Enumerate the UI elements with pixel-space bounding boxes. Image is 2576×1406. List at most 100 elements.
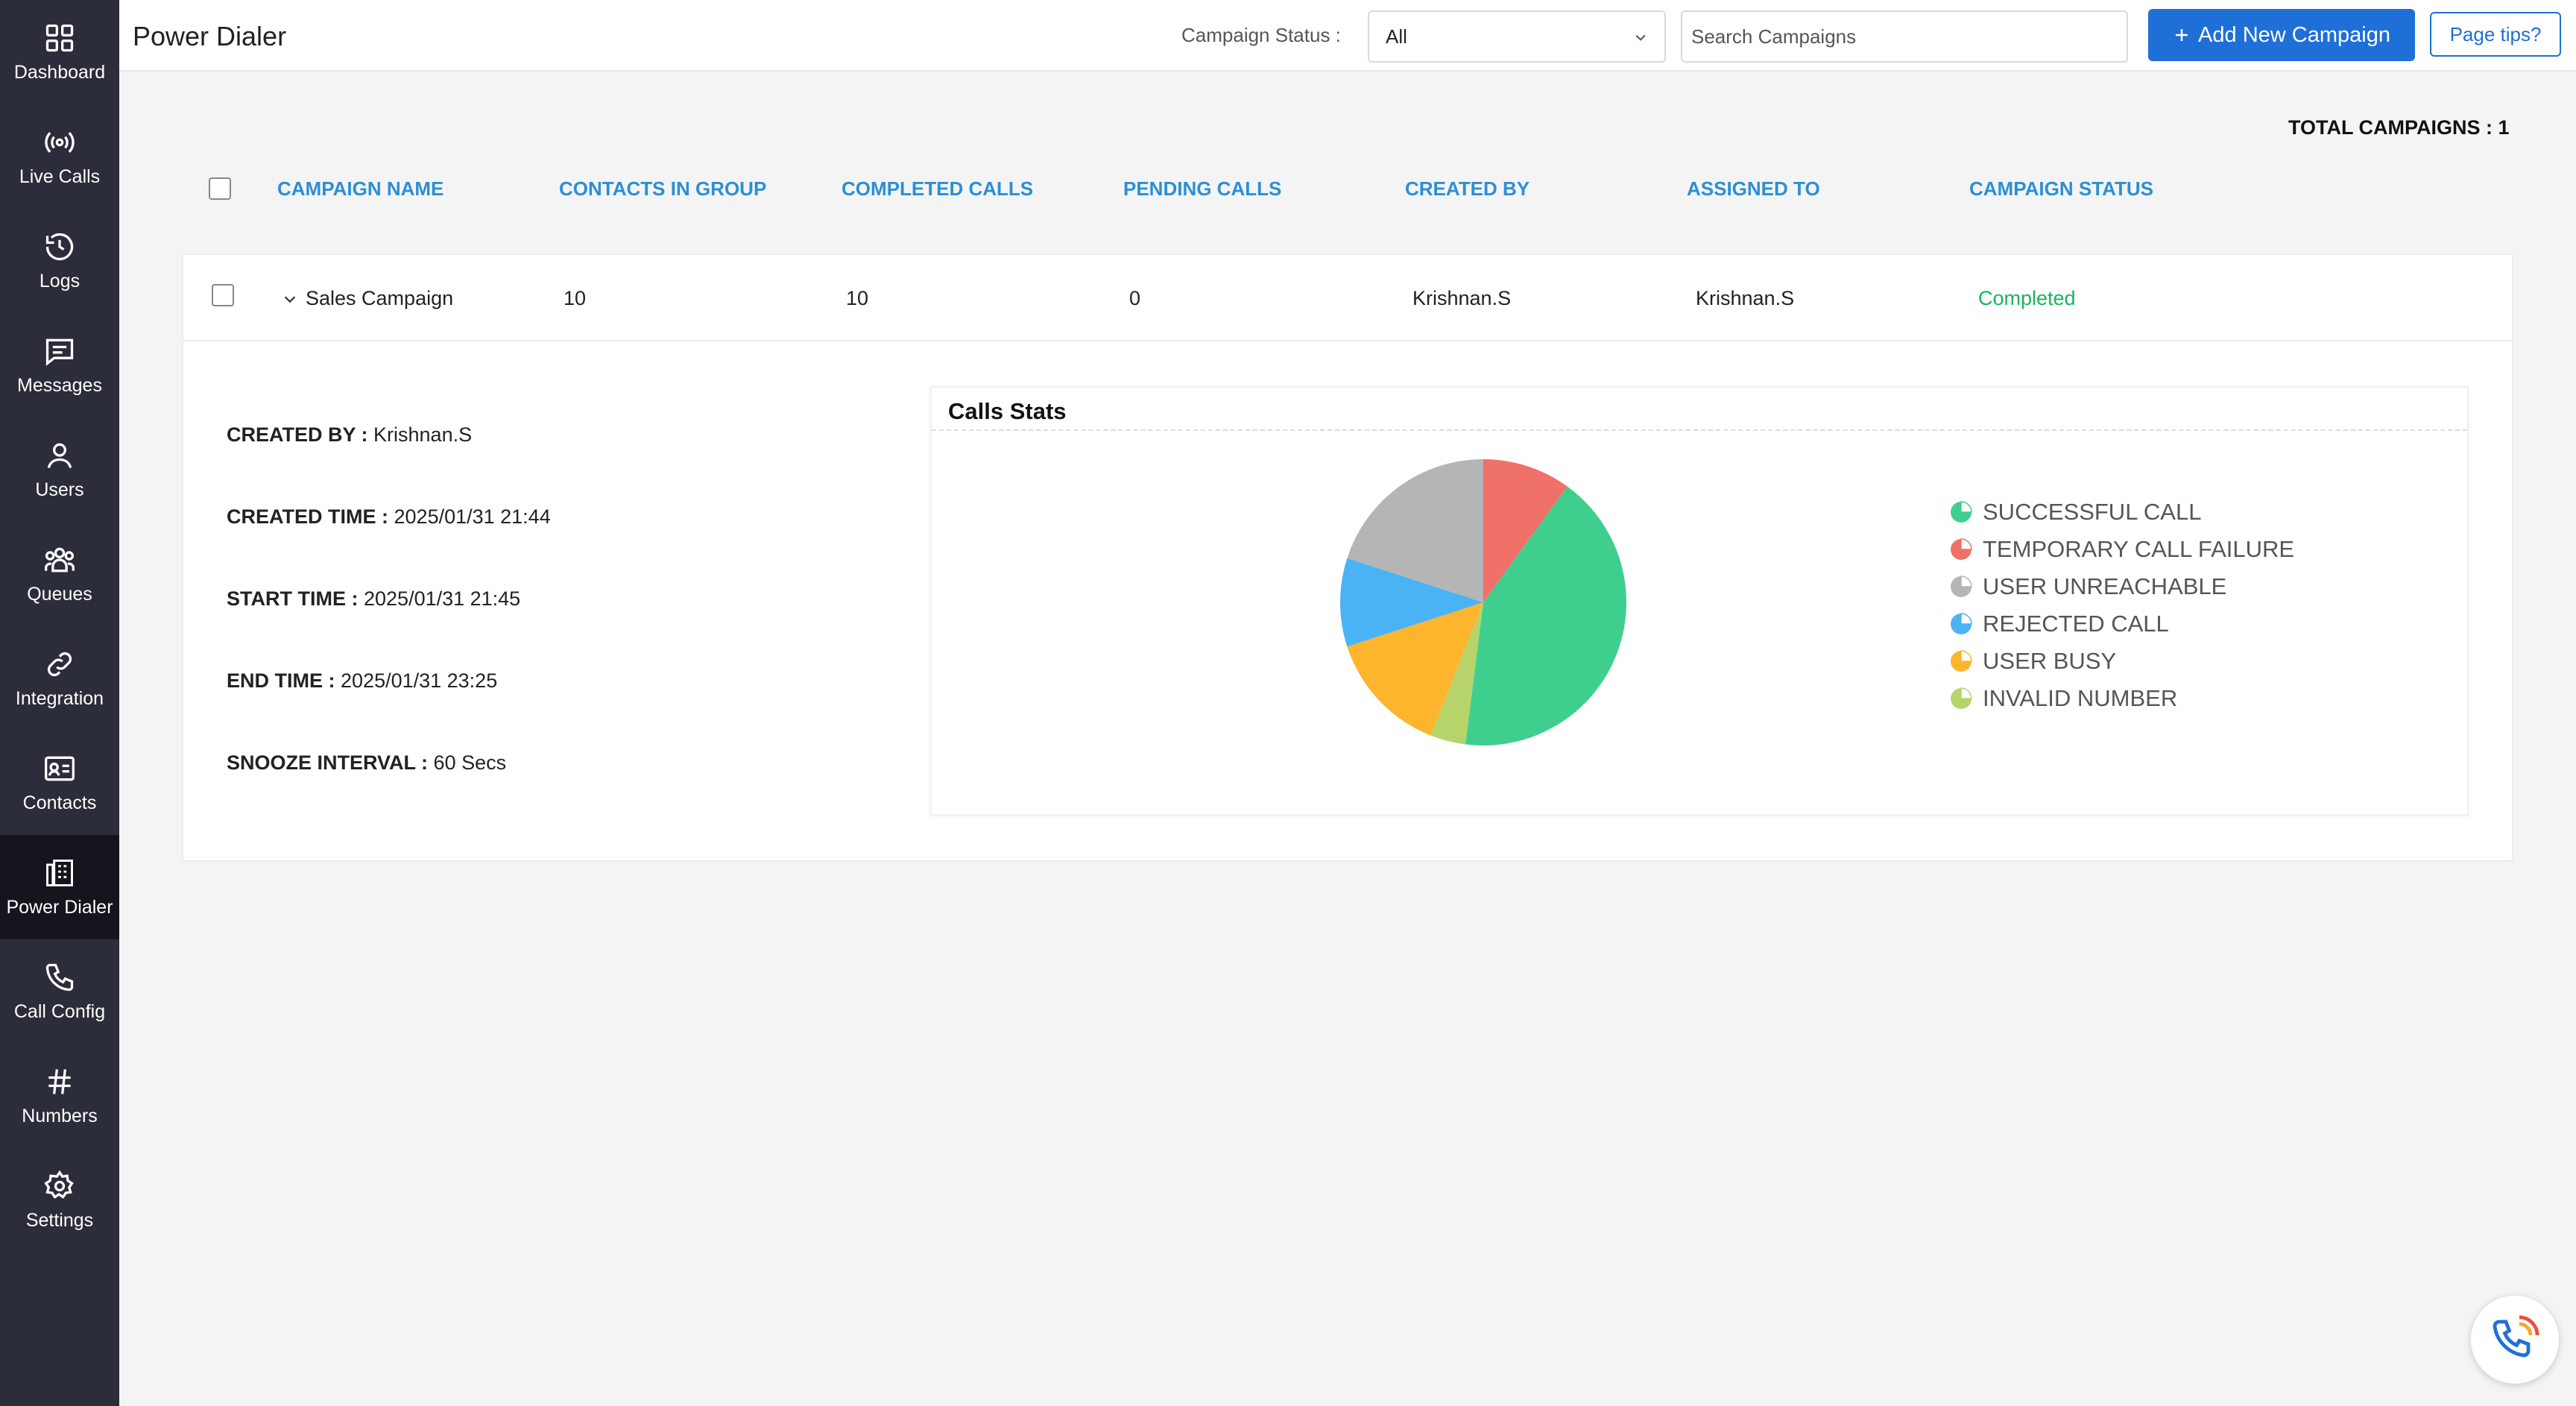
- pie-legend-icon: [1951, 576, 1972, 597]
- sidebar-item-power-dialer[interactable]: Power Dialer: [0, 835, 119, 939]
- legend-item[interactable]: REJECTED CALL: [1950, 605, 2294, 643]
- sidebar-item-messages[interactable]: Messages: [0, 313, 119, 417]
- user-icon: [47, 443, 72, 468]
- add-new-campaign-label: Add New Campaign: [2198, 22, 2390, 47]
- sidebar-item-queues[interactable]: Queues: [0, 522, 119, 626]
- group-icon: [45, 547, 75, 572]
- detail-label: CREATED TIME :: [227, 505, 388, 528]
- sidebar-item-integration[interactable]: Integration: [0, 626, 119, 731]
- top-bar: Power Dialer Campaign Status : All Add N…: [119, 0, 2576, 72]
- detail-snooze-interval: SNOOZE INTERVAL : 60 Secs: [227, 751, 506, 775]
- assigned-to-cell: Krishnan.S: [1696, 287, 1795, 309]
- column-header-contacts-in-group[interactable]: CONTACTS IN GROUP: [559, 177, 766, 201]
- detail-value: 2025/01/31 21:45: [364, 587, 521, 610]
- sidebar-item-label: Queues: [27, 583, 92, 605]
- legend-item[interactable]: TEMPORARY CALL FAILURE: [1950, 531, 2294, 568]
- gear-icon: [44, 1170, 74, 1199]
- sidebar-item-numbers[interactable]: Numbers: [0, 1044, 119, 1148]
- page-title: Power Dialer: [133, 21, 287, 51]
- search-campaigns-input[interactable]: [1681, 10, 2128, 63]
- pending-calls-cell: 0: [1129, 287, 1141, 309]
- total-campaigns: TOTAL CAMPAIGNS : 1: [2288, 116, 2510, 139]
- calls-pie-chart: [1340, 459, 1626, 745]
- legend-item[interactable]: SUCCESSFUL CALL: [1950, 494, 2294, 531]
- legend-label: USER UNREACHABLE: [1983, 573, 2227, 599]
- legend-label: TEMPORARY CALL FAILURE: [1983, 536, 2295, 562]
- legend-label: SUCCESSFUL CALL: [1983, 499, 2202, 525]
- sidebar-item-users[interactable]: Users: [0, 417, 119, 522]
- legend-item[interactable]: USER UNREACHABLE: [1950, 568, 2294, 605]
- sidebar: Dashboard Live Calls Logs Messages Users…: [0, 0, 119, 1406]
- campaign-status-cell: Completed: [1978, 287, 2076, 309]
- contacts-cell: 10: [564, 287, 587, 309]
- pie-legend-icon: [1951, 650, 1972, 672]
- building-icon: [46, 859, 73, 886]
- sidebar-item-label: Live Calls: [19, 165, 101, 187]
- campaign-name-cell[interactable]: Sales Campaign: [306, 287, 453, 310]
- calls-stats-title: Calls Stats: [948, 398, 1067, 424]
- column-header-campaign-name[interactable]: CAMPAIGN NAME: [277, 177, 443, 201]
- sidebar-item-logs[interactable]: Logs: [0, 209, 119, 313]
- campaign-status-value: All: [1386, 25, 1407, 48]
- detail-label: SNOOZE INTERVAL :: [227, 751, 429, 774]
- legend-item[interactable]: INVALID NUMBER: [1950, 680, 2294, 717]
- phone-call-icon: [2493, 1315, 2539, 1358]
- sidebar-item-label: Numbers: [22, 1105, 98, 1126]
- column-header-campaign-status[interactable]: CAMPAIGN STATUS: [1969, 177, 2153, 201]
- row-checkbox[interactable]: [212, 284, 234, 306]
- select-all-checkbox[interactable]: [209, 177, 231, 200]
- add-new-campaign-button[interactable]: Add New Campaign: [2148, 9, 2415, 61]
- sidebar-item-dashboard[interactable]: Dashboard: [0, 0, 119, 104]
- created-by-cell: Krishnan.S: [1412, 287, 1512, 309]
- pie-legend-icon: [1951, 687, 1972, 709]
- detail-value: 2025/01/31 23:25: [341, 669, 498, 692]
- plus-icon: [2176, 29, 2188, 41]
- sidebar-item-label: Call Config: [13, 1000, 106, 1022]
- sidebar-item-label: Contacts: [22, 792, 97, 813]
- sidebar-item-label: Integration: [15, 687, 104, 709]
- floating-call-button[interactable]: [2471, 1296, 2559, 1384]
- completed-calls-cell: 10: [846, 287, 869, 309]
- stats-divider: [932, 429, 2467, 431]
- message-icon: [45, 338, 74, 366]
- sidebar-item-label: Logs: [39, 270, 80, 291]
- detail-label: CREATED BY :: [227, 423, 368, 446]
- detail-value: 2025/01/31 21:44: [394, 505, 551, 528]
- column-header-assigned-to[interactable]: ASSIGNED TO: [1687, 177, 1820, 201]
- hash-icon: [48, 1068, 71, 1094]
- pie-legend-icon: [1951, 538, 1972, 560]
- sidebar-item-settings[interactable]: Settings: [0, 1148, 119, 1252]
- sidebar-item-contacts[interactable]: Contacts: [0, 731, 119, 835]
- chevron-down-icon[interactable]: [282, 291, 298, 307]
- detail-start-time: START TIME : 2025/01/31 21:45: [227, 587, 520, 611]
- detail-value: 60 Secs: [433, 751, 507, 774]
- detail-label: END TIME :: [227, 669, 335, 692]
- legend-item[interactable]: USER BUSY: [1950, 643, 2294, 680]
- phone-icon: [45, 963, 74, 991]
- sidebar-item-label: Users: [35, 479, 84, 500]
- legend-label: USER BUSY: [1983, 648, 2117, 674]
- chevron-down-icon: [1635, 34, 1646, 41]
- detail-end-time: END TIME : 2025/01/31 23:25: [227, 669, 497, 693]
- pie-legend-icon: [1951, 613, 1972, 634]
- link-icon: [47, 652, 72, 676]
- detail-created-by: CREATED BY : Krishnan.S: [227, 423, 472, 447]
- sidebar-item-label: Power Dialer: [6, 896, 113, 918]
- column-header-created-by[interactable]: CREATED BY: [1405, 177, 1530, 201]
- pie-legend-icon: [1951, 501, 1972, 523]
- legend-label: INVALID NUMBER: [1983, 685, 2178, 711]
- legend-label: REJECTED CALL: [1983, 611, 2169, 637]
- pie-legend: SUCCESSFUL CALL TEMPORARY CALL FAILURE USE…: [1950, 494, 2294, 717]
- sidebar-item-label: Dashboard: [13, 61, 106, 83]
- sidebar-item-call-config[interactable]: Call Config: [0, 939, 119, 1044]
- column-header-completed-calls[interactable]: COMPLETED CALLS: [842, 177, 1033, 201]
- column-header-pending-calls[interactable]: PENDING CALLS: [1123, 177, 1281, 201]
- campaign-status-select[interactable]: All: [1368, 10, 1666, 63]
- page-tips-button[interactable]: Page tips?: [2430, 12, 2561, 57]
- detail-value: Krishnan.S: [373, 423, 473, 446]
- detail-created-time: CREATED TIME : 2025/01/31 21:44: [227, 505, 551, 529]
- sidebar-item-label: Messages: [17, 374, 102, 396]
- dashboard-icon: [45, 24, 74, 51]
- row-divider: [182, 340, 2513, 341]
- sidebar-item-live-calls[interactable]: Live Calls: [0, 104, 119, 209]
